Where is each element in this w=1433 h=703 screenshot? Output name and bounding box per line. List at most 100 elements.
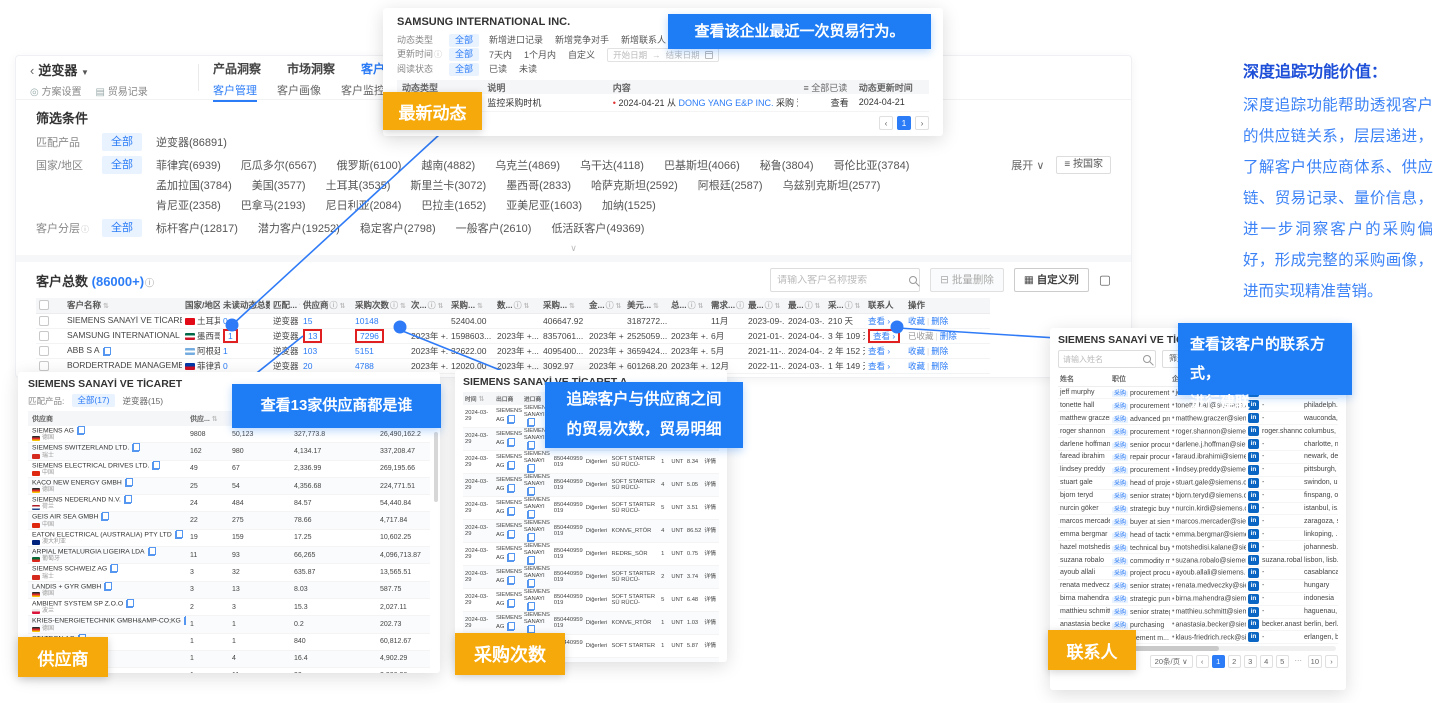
highlighted-metric[interactable]: 13	[303, 329, 322, 343]
filter-all-chip[interactable]: 全部	[102, 156, 142, 174]
linkedin-icon[interactable]: in	[1248, 607, 1259, 617]
linkedin-icon[interactable]: in	[1248, 542, 1259, 552]
panel-action-方案设置[interactable]: ◎ 方案设置	[30, 83, 82, 98]
activity-filter-option[interactable]: 已读	[489, 62, 507, 76]
activity-filter-all[interactable]: 全部	[449, 63, 479, 76]
supply-count-link[interactable]: 19	[186, 529, 228, 546]
supply-count-link[interactable]: 3	[186, 581, 228, 598]
trade-detail-link[interactable]: 详情	[702, 451, 719, 474]
activity-filter-option[interactable]: 新增联系人	[621, 33, 666, 47]
page-2-button[interactable]: 2	[1228, 655, 1241, 668]
tab-市场洞察[interactable]: 市场洞察	[287, 60, 335, 77]
trade-detail-link[interactable]: 详情	[702, 497, 719, 520]
supply-count-link[interactable]: 9808	[186, 426, 228, 443]
prev-page-button[interactable]: ‹	[879, 116, 893, 130]
supply-count-link[interactable]: 1	[186, 633, 228, 650]
linkedin-icon[interactable]: in	[1248, 439, 1259, 449]
filter-item[interactable]: 低活跃客户(49369)	[551, 219, 644, 239]
prev-page-button[interactable]: ‹	[1196, 655, 1209, 668]
view-contacts-link[interactable]: 查看 ›	[868, 346, 890, 356]
customer-metric-link[interactable]: 4788	[355, 361, 374, 371]
filter-item[interactable]: 一般客户(2610)	[456, 219, 532, 239]
filter-item[interactable]: 潜力客户(19252)	[258, 219, 340, 239]
delete-link[interactable]: 删除	[931, 316, 948, 326]
date-range-picker[interactable]: 开始日期→结束日期	[607, 48, 719, 62]
suppliers-scrollbar[interactable]	[434, 432, 438, 502]
supply-count-link[interactable]: 24	[186, 495, 228, 512]
filter-item[interactable]: 阿根廷(2587)	[698, 176, 763, 196]
row-checkbox[interactable]	[39, 331, 49, 341]
filter-item[interactable]: 标杆客户(12817)	[156, 219, 238, 239]
trade-detail-link[interactable]: 详情	[702, 635, 719, 658]
search-icon[interactable]	[909, 276, 917, 284]
filter-item[interactable]: 巴基斯坦(4066)	[664, 156, 740, 176]
filter-item[interactable]: 尼日利亚(2084)	[326, 196, 402, 216]
filter-item[interactable]: 孟加拉国(3784)	[156, 176, 232, 196]
trade-detail-link[interactable]: 详情	[702, 543, 719, 566]
customer-metric-link[interactable]: 20	[303, 361, 312, 371]
page-size-dropdown[interactable]: 20条/页 ∨	[1150, 655, 1193, 668]
subtab-客户画像[interactable]: 客户画像	[277, 82, 321, 102]
filter-item[interactable]: 肯尼亚(2358)	[156, 196, 221, 216]
linkedin-icon[interactable]: in	[1248, 465, 1259, 475]
customer-search-input[interactable]	[777, 275, 909, 286]
filter-all-chip[interactable]: 全部	[102, 133, 142, 151]
filter-item[interactable]: 稳定客户(2798)	[360, 219, 436, 239]
view-activity-link[interactable]: 查看	[798, 94, 853, 111]
filter-item[interactable]: 菲律宾(6939)	[156, 156, 221, 176]
filter-item[interactable]: 厄瓜多尔(6567)	[241, 156, 317, 176]
favorite-link[interactable]: 收藏	[908, 316, 925, 326]
linkedin-icon[interactable]: in	[1248, 426, 1259, 436]
linkedin-icon[interactable]: in	[1248, 529, 1259, 539]
filter-item[interactable]: 墨西哥(2833)	[506, 176, 571, 196]
by-country-button[interactable]: ≡ 按国家	[1056, 156, 1111, 174]
filter-item[interactable]: 乌干达(4118)	[580, 156, 644, 176]
filter-all-chip[interactable]: 全部	[102, 219, 142, 237]
activity-filter-all[interactable]: 全部	[449, 48, 479, 61]
subtab-客户监控[interactable]: 客户监控	[341, 82, 385, 102]
filter-item[interactable]: 乌克兰(4869)	[495, 156, 560, 176]
custom-columns-button[interactable]: ▦ 自定义列	[1014, 268, 1089, 292]
page-3-button[interactable]: 3	[1244, 655, 1257, 668]
filter-item[interactable]: 斯里兰卡(3072)	[410, 176, 486, 196]
next-page-button[interactable]: ›	[915, 116, 929, 130]
mark-all-read-link[interactable]: ≡ 全部已读	[798, 80, 853, 94]
contact-search[interactable]	[1058, 350, 1156, 368]
linkedin-icon[interactable]: in	[1248, 503, 1259, 513]
page-10-button[interactable]: 10	[1308, 655, 1322, 668]
supply-count-link[interactable]: 3	[186, 564, 228, 581]
customer-metric-link[interactable]: 0	[223, 316, 228, 326]
customer-metric-link[interactable]: 1	[223, 346, 228, 356]
linkedin-icon[interactable]: in	[1248, 581, 1259, 591]
chevron-down-icon[interactable]: ▼	[81, 68, 89, 77]
linkedin-icon[interactable]: in	[1248, 555, 1259, 565]
customer-metric-link[interactable]: 5151	[355, 346, 374, 356]
filter-item[interactable]: 越南(4882)	[421, 156, 475, 176]
trade-detail-link[interactable]: 详情	[702, 566, 719, 589]
customer-search[interactable]	[770, 268, 920, 292]
favorite-link[interactable]: 收藏	[908, 361, 925, 371]
select-all-checkbox[interactable]	[39, 300, 49, 310]
expand-countries-link[interactable]: 展开 ∨	[1011, 156, 1044, 176]
supply-count-link[interactable]: 1	[186, 667, 228, 673]
trade-detail-link[interactable]: 详情	[702, 589, 719, 612]
filter-item[interactable]: 哈萨克斯坦(2592)	[591, 176, 678, 196]
delete-link[interactable]: 删除	[940, 331, 957, 341]
linkedin-icon[interactable]: in	[1248, 516, 1259, 526]
linkedin-icon[interactable]: in	[1248, 452, 1259, 462]
supply-count-link[interactable]: 1	[186, 650, 228, 667]
collapse-filters-icon[interactable]: ∨	[36, 243, 1111, 255]
panel-action-贸易记录[interactable]: ▤ 贸易记录	[96, 83, 148, 98]
linkedin-icon[interactable]: in	[1248, 568, 1259, 578]
favorite-link[interactable]: 已收藏	[908, 331, 934, 341]
customer-metric-link[interactable]: 15	[303, 316, 312, 326]
customer-metric-link[interactable]: 10148	[355, 316, 379, 326]
filter-item[interactable]: 哥伦比亚(3784)	[834, 156, 910, 176]
contact-search-input[interactable]	[1063, 355, 1143, 364]
view-contacts-link[interactable]: 查看 ›	[868, 361, 890, 371]
highlighted-metric[interactable]: 1	[223, 329, 238, 343]
linkedin-icon[interactable]: in	[1248, 491, 1259, 501]
row-checkbox[interactable]	[39, 361, 49, 371]
view-contacts-link[interactable]: 查看 ›	[868, 316, 890, 326]
filter-item[interactable]: 亚美尼亚(1603)	[506, 196, 582, 216]
